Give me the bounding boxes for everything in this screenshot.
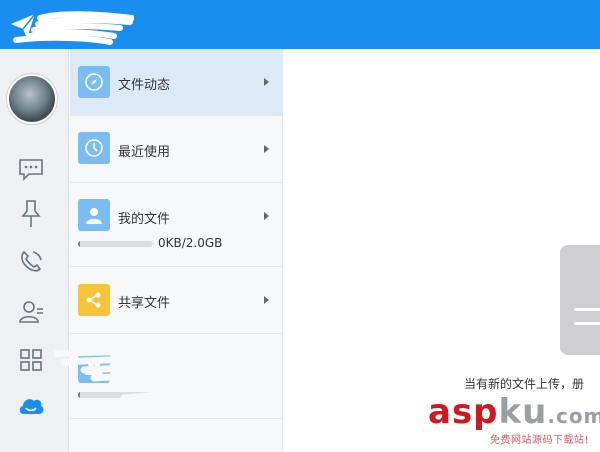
clock-icon [78,132,110,164]
watermark-asp: asp [428,392,499,432]
share-icon [78,284,110,316]
watermark-logo: aspku.com [428,392,600,432]
menu-item-group-files[interactable] [54,334,283,419]
watermark-com: .com [547,404,600,428]
watermark-ku: ku [498,392,548,432]
storage-quota: 0KB/2.0GB [158,236,223,250]
menu-item-file-activity[interactable]: 文件动态 [70,49,283,116]
grid-apps-icon[interactable] [14,343,48,377]
contacts-icon[interactable] [14,295,48,329]
chat-bubble-icon[interactable] [14,152,48,186]
chevron-right-icon [264,78,269,86]
storage-progress-bar [78,241,153,247]
compass-icon [78,66,110,98]
chevron-right-icon [264,212,269,220]
watermark-subtitle: 免费网站源码下载站! [490,435,590,446]
pin-icon[interactable] [14,197,48,231]
empty-state-text: 当有新的文件上传，册 [464,377,585,391]
file-menu: 文件动态 最近使用 我的文件 0KB/2.0GB 共享文件 [54,49,283,452]
user-icon [78,199,110,231]
redacted-username [13,11,134,45]
chevron-right-icon [264,296,269,304]
empty-files-icon [560,245,600,355]
menu-item-label: 文件动态 [118,78,171,93]
phone-icon[interactable] [14,245,48,279]
cloud-icon[interactable] [14,389,48,423]
site-watermark: aspku.com 免费网站源码下载站! [428,392,600,450]
menu-item-label: 最近使用 [118,145,171,160]
menu-item-label: 我的文件 [118,212,171,227]
redacted-group-name [54,344,278,402]
menu-item-my-files[interactable]: 我的文件 0KB/2.0GB [70,183,283,267]
menu-item-recent[interactable]: 最近使用 [70,116,283,183]
top-bar [0,0,600,49]
line-decor [574,322,600,325]
menu-item-label: 共享文件 [118,296,171,311]
storage-progress-fill [78,241,80,247]
chevron-right-icon [264,145,269,153]
avatar[interactable] [7,74,57,124]
menu-item-shared-files[interactable]: 共享文件 [70,267,283,334]
line-decor [574,308,600,311]
